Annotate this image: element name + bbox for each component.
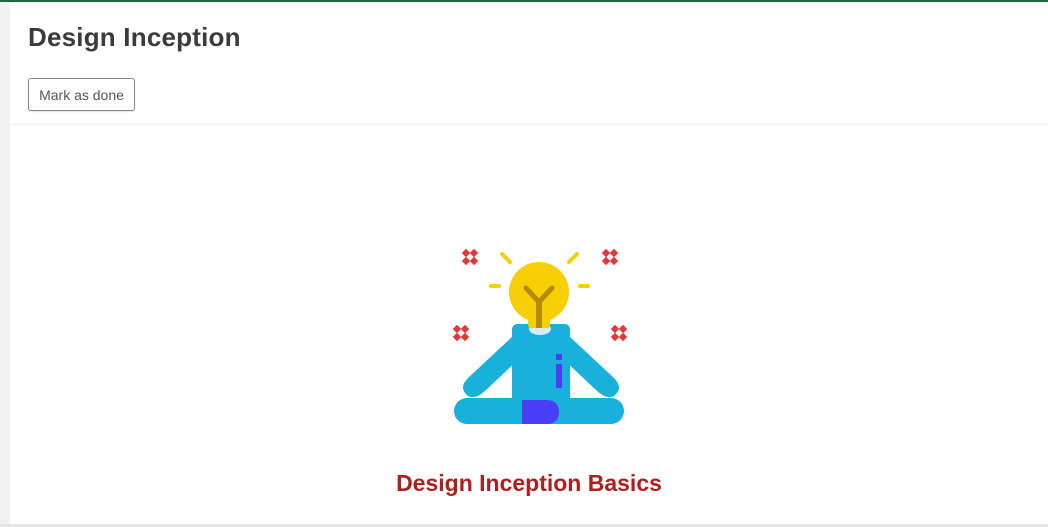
meditating-person-lightbulb-icon — [446, 240, 636, 435]
sparkle-icon — [461, 248, 479, 266]
top-accent-bar — [0, 0, 1048, 2]
header-divider — [10, 124, 1048, 125]
sparkle-icon — [452, 324, 470, 342]
sparkle-icon — [601, 248, 619, 266]
sparkle-icon — [610, 324, 628, 342]
mark-as-done-button[interactable]: Mark as done — [28, 78, 135, 111]
left-gutter — [0, 2, 10, 527]
content-heading: Design Inception Basics — [396, 470, 662, 496]
page-header: Design Inception Mark as done — [28, 22, 1048, 111]
page-title: Design Inception — [28, 22, 241, 52]
lightbulb-icon — [509, 262, 569, 328]
